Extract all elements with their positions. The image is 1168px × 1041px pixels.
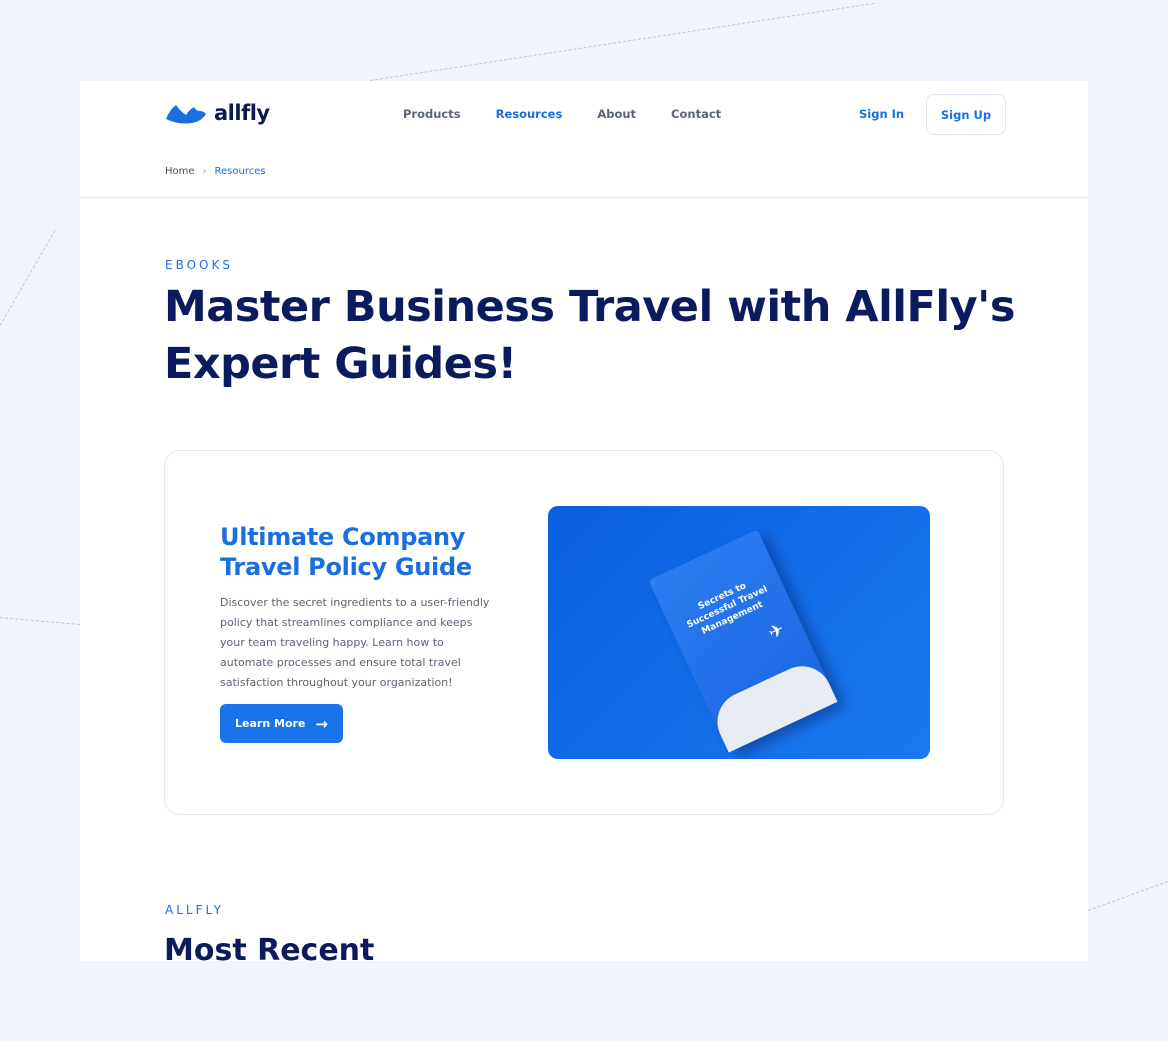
decorative-dash (0, 617, 80, 625)
cloud-graphic (707, 656, 838, 753)
arrow-right-icon: → (315, 714, 328, 733)
divider (80, 197, 1088, 198)
decorative-dash (0, 229, 56, 326)
breadcrumb-home[interactable]: Home (165, 166, 195, 177)
navbar: allfly Products Resources About Contact … (80, 81, 1088, 147)
decorative-dash (369, 2, 875, 81)
sign-in-link[interactable]: Sign In (859, 107, 904, 121)
sign-up-button[interactable]: Sign Up (926, 94, 1006, 135)
ebook-title: Ultimate Company Travel Policy Guide (220, 523, 472, 581)
recent-eyebrow: ALLFLY (165, 903, 224, 917)
cloud-logo-icon (166, 105, 206, 124)
nav-contact[interactable]: Contact (671, 107, 721, 121)
section-title: Most Recent (164, 933, 375, 961)
breadcrumb: Home › Resources (165, 166, 266, 177)
nav-products[interactable]: Products (403, 107, 461, 121)
breadcrumb-current: Resources (214, 166, 266, 177)
learn-more-button[interactable]: Learn More → (220, 704, 343, 743)
ebook-description: Discover the secret ingredients to a use… (220, 596, 490, 689)
nav-about[interactable]: About (597, 107, 636, 121)
decorative-dash (1087, 879, 1168, 911)
web-page: allfly Products Resources About Contact … (80, 81, 1088, 961)
featured-ebook-card: Ultimate Company Travel Policy Guide Dis… (164, 450, 1004, 815)
chevron-right-icon: › (202, 166, 207, 177)
page-title: Master Business Travel with AllFly's Exp… (164, 282, 1015, 389)
brand-name: allfly (214, 101, 270, 125)
logo[interactable]: allfly (164, 101, 270, 125)
hero-eyebrow: EBOOKS (165, 258, 233, 272)
book-illustration: Secrets to Successful Travel Management … (648, 529, 838, 753)
nav-resources[interactable]: Resources (496, 107, 563, 121)
learn-more-label: Learn More (235, 717, 306, 730)
ebook-cover-image: Secrets to Successful Travel Management … (548, 506, 930, 759)
